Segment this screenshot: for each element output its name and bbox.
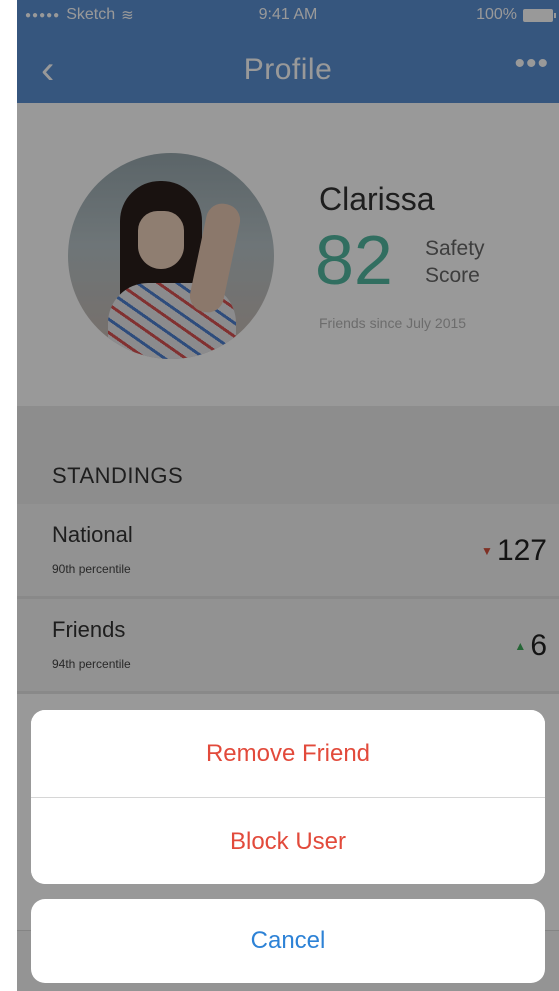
cancel-sheet: Cancel bbox=[31, 899, 545, 983]
block-user-button[interactable]: Block User bbox=[31, 797, 545, 884]
remove-friend-button[interactable]: Remove Friend bbox=[31, 710, 545, 797]
action-sheet: Remove Friend Block User bbox=[31, 710, 545, 884]
phone-screen: ●●●●● Sketch ≋ 9:41 AM 100% ‹ Profile ••… bbox=[17, 0, 559, 991]
cancel-button[interactable]: Cancel bbox=[31, 899, 545, 983]
